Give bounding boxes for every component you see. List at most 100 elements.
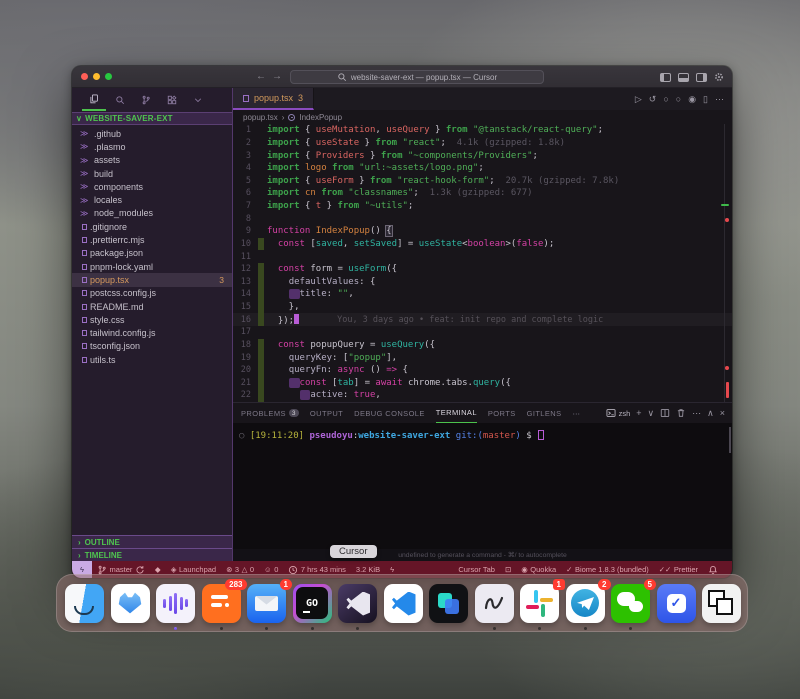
code-line-6[interactable]: 6import cn from "classnames"; 1.3k (gzip… [233,187,732,200]
explorer-project-header[interactable]: ∨ WEBSITE-SAVER-EXT [72,112,232,125]
code-line-3[interactable]: 3import { Providers } from "~components/… [233,149,732,162]
toggle-sidebar-icon[interactable] [660,73,671,82]
tree-item-assets[interactable]: ≫assets [72,154,232,167]
tree-item-tsconfig.json[interactable]: tsconfig.json [72,340,232,353]
statusbar-problems[interactable]: ⊗3△0 [226,565,254,574]
dock-finder[interactable] [65,584,104,623]
code-line-21[interactable]: 21 const [tab] = await chrome.tabs.query… [233,377,732,390]
activity-item-chevron-down[interactable] [186,89,210,111]
run-timer-button[interactable]: ◉ [688,95,696,104]
activity-item-explorer[interactable] [82,89,106,111]
statusbar-copilot[interactable]: ◆ [155,566,161,574]
tree-item-postcss.config.js[interactable]: postcss.config.js [72,287,232,300]
dock-goland[interactable]: GO [293,584,332,623]
code-line-16[interactable]: 16 });You, 3 days ago • feat: init repo … [233,313,732,326]
tree-item-node_modules[interactable]: ≫node_modules [72,207,232,220]
panel-tab-output[interactable]: OUTPUT [310,403,343,423]
code-line-20[interactable]: 20 queryFn: async () => { [233,364,732,377]
tree-item-locales[interactable]: ≫locales [72,193,232,206]
new-terminal-button[interactable]: + [636,409,641,418]
dock-telegram[interactable]: 2 [566,584,605,623]
tree-item-.plasmo[interactable]: ≫.plasmo [72,140,232,153]
code-line-19[interactable]: 19 queryKey: ["popup"], [233,351,732,364]
breadcrumb-file[interactable]: popup.tsx [243,113,278,122]
code-line-8[interactable]: 8 [233,212,732,225]
tree-item-.github[interactable]: ≫.github [72,127,232,140]
close-button[interactable] [81,73,88,80]
statusbar-extension-indicator[interactable]: ⊡ [505,566,511,574]
terminal[interactable]: ○ [19:11:20] pseudoyu:website-saver-ext … [233,423,732,549]
activity-item-search[interactable] [108,89,132,111]
statusbar-notifications[interactable] [708,565,718,575]
code-line-4[interactable]: 4import logo from "url:~assets/logo.png"… [233,162,732,175]
dock-cursor[interactable] [338,584,377,623]
tree-item-components[interactable]: ≫components [72,180,232,193]
tree-item-tailwind.config.js[interactable]: tailwind.config.js [72,326,232,339]
code-line-14[interactable]: 14 title: "", [233,288,732,301]
code-line-5[interactable]: 5import { useForm } from "react-hook-for… [233,175,732,188]
window-title-search[interactable]: website-saver-ext — popup.tsx — Cursor [290,70,544,84]
forward-button[interactable]: → [272,71,288,82]
run-button[interactable]: ▷ [635,95,642,104]
statusbar-launchpad[interactable]: ◈Launchpad [171,565,216,574]
panel-tab-debug-console[interactable]: DEBUG CONSOLE [354,403,425,423]
dock-mail[interactable]: 1 [247,584,286,623]
dock-fox-browser[interactable] [111,584,150,623]
statusbar-git-branch[interactable]: master [97,565,145,575]
breadcrumb-symbol[interactable]: IndexPopup [299,113,342,122]
tree-item-package.json[interactable]: package.json [72,247,232,260]
dock-wechat[interactable]: 5 [611,584,650,623]
code-line-2[interactable]: 2import { useState } from "react"; 4.1k … [233,137,732,150]
gear-icon[interactable] [714,72,724,82]
tab-popup-tsx[interactable]: popup.tsx 3 [233,88,314,110]
code-line-22[interactable]: 22 active: true, [233,389,732,402]
split-editor-button[interactable]: ▯ [703,95,708,104]
kill-terminal-button[interactable] [676,408,686,418]
code-line-10[interactable]: 10 const [saved, setSaved] = useState<bo… [233,238,732,251]
tree-item-utils.ts[interactable]: utils.ts [72,353,232,366]
minimize-button[interactable] [93,73,100,80]
statusbar-zap[interactable]: ϟ [390,566,394,574]
toggle-panel-icon[interactable] [678,73,689,82]
terminal-dropdown-button[interactable]: ∨ [648,409,655,418]
statusbar-prettier[interactable]: ✓✓Prettier [659,565,698,574]
maximize-panel-button[interactable]: ∧ [707,409,714,418]
tree-item-.gitignore[interactable]: .gitignore [72,220,232,233]
dock-sketch-note-app[interactable] [475,584,514,623]
panel-tab-ports[interactable]: PORTS [488,403,516,423]
terminal-scrollbar[interactable] [729,427,731,453]
activity-item-extensions[interactable] [160,89,184,111]
code-line-18[interactable]: 18 const popupQuery = useQuery({ [233,339,732,352]
more-button[interactable]: ⋯ [692,409,701,418]
dock-vscode[interactable] [384,584,423,623]
tree-item-README.md[interactable]: README.md [72,300,232,313]
breadcrumb[interactable]: popup.tsx › IndexPopup [233,110,732,124]
code-line-13[interactable]: 13 defaultValues: { [233,276,732,289]
dock-news-feed-app[interactable]: 283 [202,584,241,623]
code-line-15[interactable]: 15 }, [233,301,732,314]
statusbar-wakatime[interactable]: 7 hrs 43 mins [288,565,346,575]
panel-tab-⋯[interactable]: ⋯ [573,403,581,423]
code-line-17[interactable]: 17 [233,326,732,339]
statusbar-quokka[interactable]: ◉Quokka [521,565,556,574]
more-actions-button[interactable]: ⋯ [715,95,724,104]
dock-things[interactable]: ✓ [657,584,696,623]
statusbar-file-size[interactable]: 3.2 KiB [356,565,380,574]
statusbar-biome[interactable]: ✓Biome 1.8.3 (bundled) [566,565,649,574]
sidebar-section-timeline[interactable]: ›TIMELINE [72,548,232,561]
statusbar-cursor-tab[interactable]: Cursor Tab [458,565,495,574]
zoom-button[interactable] [105,73,112,80]
close-panel-button[interactable]: × [720,409,725,418]
panel-tab-gitlens[interactable]: GITLENS [527,403,562,423]
code-line-9[interactable]: 9function IndexPopup() { [233,225,732,238]
dock-dark-notes-app[interactable] [429,584,468,623]
split-terminal-button[interactable] [660,408,670,418]
tree-item-pnpm-lock.yaml[interactable]: pnpm-lock.yaml [72,260,232,273]
code-line-12[interactable]: 12 const form = useForm({ [233,263,732,276]
prev-change-button[interactable]: ○ [663,95,668,104]
statusbar-feedback[interactable]: ☺0 [264,565,278,574]
shell-selector[interactable]: zsh [606,408,631,418]
restart-button[interactable]: ↺ [649,95,657,104]
toggle-secondary-sidebar-icon[interactable] [696,73,707,82]
tree-item-style.css[interactable]: style.css [72,313,232,326]
